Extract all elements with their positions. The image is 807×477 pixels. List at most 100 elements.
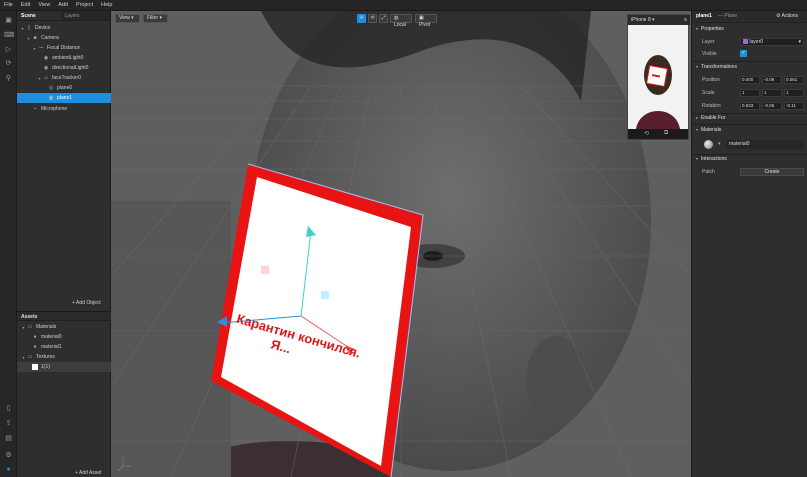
asset-label: Textures (36, 354, 55, 360)
folder-icon: ▭ (27, 354, 33, 360)
menu-help[interactable]: Help (101, 2, 112, 8)
refresh-icon[interactable]: ⟳ (4, 59, 13, 68)
chevron-down-icon[interactable]: ▾ (21, 325, 26, 330)
scale-label: Scale (702, 90, 715, 96)
layer-select[interactable]: layer0 ▾ (740, 38, 804, 46)
menu-file[interactable]: File (4, 2, 13, 8)
screenshot-icon[interactable]: ⧉ (664, 130, 668, 137)
asset-label: 1(1) (41, 364, 50, 370)
visible-checkbox[interactable]: ✓ (740, 50, 747, 57)
chevron-right-icon: ▸ (696, 115, 699, 120)
search-icon[interactable]: ⚲ (4, 74, 13, 83)
add-asset-button[interactable]: + Add Asset (75, 470, 102, 476)
device-icon[interactable]: ▯ (4, 404, 13, 413)
chevron-down-icon: ▾ (696, 127, 699, 132)
materials-label: Materials (701, 127, 722, 133)
position-z-field[interactable]: 0.061 (784, 76, 804, 84)
rotation-z-field[interactable]: -0.11 (784, 102, 804, 110)
chevron-down-icon[interactable]: ▾ (26, 36, 31, 41)
patch-row: Patch Create (692, 167, 807, 177)
folder-icon: ▭ (27, 324, 33, 330)
rotate-tool-icon[interactable]: ⟲ (368, 14, 377, 23)
local-toggle[interactable]: ◍ Local (390, 14, 412, 28)
asset-material1[interactable]: ● material1 (17, 342, 111, 352)
chevron-down-icon[interactable]: ▾ (21, 355, 26, 360)
help-icon[interactable]: ● (4, 465, 13, 474)
chevron-down-icon[interactable]: ▾ (718, 139, 721, 149)
viewport[interactable]: Карантин кончился. Я... View ▾ Filter ▾ … (111, 11, 691, 477)
rotation-x-field[interactable]: 0.633 (740, 102, 760, 110)
menu-icon[interactable]: ≡ (684, 15, 687, 25)
eye-icon[interactable]: ◎ (48, 95, 54, 101)
menu-add[interactable]: Add (58, 2, 68, 8)
asset-material0[interactable]: ● material0 (17, 332, 111, 342)
menu-project[interactable]: Project (76, 2, 93, 8)
chevron-down-icon: ▾ (696, 156, 699, 161)
focal-distance-icon: ⊸ (38, 45, 44, 51)
materials-section-header[interactable]: ▾ Materials (692, 125, 807, 135)
chevron-down-icon[interactable]: ▾ (32, 46, 37, 51)
asset-texture-1[interactable]: 1(1) (17, 362, 111, 372)
tree-item-focal-distance[interactable]: ▾ ⊸ Focal Distance (17, 43, 111, 53)
chevron-down-icon[interactable]: ▾ (37, 76, 42, 81)
object-type: — Plane (718, 13, 738, 19)
enable-for-section-header[interactable]: ▸ Enable For (692, 113, 807, 123)
scale-z-field[interactable]: 1 (784, 89, 804, 97)
tree-label: ambientLight0 (52, 55, 84, 61)
pivot-icon: ▣ (419, 15, 424, 21)
tree-item-face-tracker[interactable]: ▾ ☺ faceTracker0 (17, 73, 111, 83)
position-row: Position 0.000 -0.09 0.061 (692, 75, 807, 85)
settings-icon[interactable]: ⚙ (4, 451, 13, 460)
properties-section-header[interactable]: ▾ Properties (692, 24, 807, 34)
layer-color-swatch (743, 39, 748, 45)
view-dropdown[interactable]: View ▾ (115, 14, 140, 23)
tree-item-ambient-light[interactable]: ◉ ambientLight0 (17, 53, 111, 63)
code-icon[interactable]: ⌨ (4, 31, 14, 40)
tree-item-directional-light[interactable]: ◉ directionalLight0 (17, 63, 111, 73)
menu-view[interactable]: View (38, 2, 50, 8)
eye-icon[interactable]: ◎ (48, 85, 54, 91)
filter-dropdown[interactable]: Filter ▾ (143, 14, 168, 23)
actions-label: Actions (781, 13, 799, 19)
rotation-y-field[interactable]: -0.06 (762, 102, 782, 110)
transformations-section-header[interactable]: ▾ Transformations (692, 62, 807, 72)
tree-item-plane1[interactable]: ◎ plane1 (17, 93, 111, 103)
layer-label: Layer (702, 39, 715, 45)
position-y-field[interactable]: -0.09 (762, 76, 782, 84)
tree-item-camera[interactable]: ▾ ■ Camera (17, 33, 111, 43)
tree-item-microphone[interactable]: ▪ Microphone (17, 104, 111, 114)
device-selector[interactable]: iPhone 8 ▾ ≡ (628, 15, 690, 25)
tab-scene[interactable]: Scene (17, 11, 61, 20)
chevron-down-icon[interactable]: ▾ (20, 26, 25, 31)
asset-folder-textures[interactable]: ▾ ▭ Textures (17, 352, 111, 362)
material-sphere-icon (704, 140, 713, 149)
tree-item-device[interactable]: ▾ ▯ Device (17, 23, 111, 33)
folder-icon[interactable]: ▤ (4, 434, 13, 443)
tab-layers[interactable]: Layers (60, 11, 110, 20)
scale-tool-icon[interactable]: ⤢ (379, 14, 388, 23)
camera-icon: ■ (33, 35, 37, 41)
material-select[interactable]: material0 (726, 140, 804, 149)
rotate-preview-icon[interactable]: ⟲ (644, 130, 649, 137)
scale-y-field[interactable]: 1 (762, 89, 782, 97)
menu-edit[interactable]: Edit (21, 2, 30, 8)
tool-rail: ▣ ⌨ ▷ ⟳ ⚲ ▯ ⇪ ▤ ⚙ ● (0, 11, 17, 477)
menu-bar: File Edit View Add Project Help (0, 0, 807, 11)
position-label: Position (702, 77, 720, 83)
add-object-button[interactable]: + Add Object (72, 300, 101, 306)
move-tool-icon[interactable]: ✛ (357, 14, 366, 23)
create-patch-button[interactable]: Create (740, 168, 804, 176)
actions-button[interactable]: ⚙ Actions (776, 11, 798, 21)
scene-icon[interactable]: ▣ (4, 16, 13, 25)
asset-label: material1 (41, 344, 62, 350)
tree-item-plane0[interactable]: ◎ plane0 (17, 83, 111, 93)
upload-icon[interactable]: ⇪ (4, 419, 13, 428)
pivot-toggle[interactable]: ▣ Pivot (415, 14, 437, 28)
scale-row: Scale 1 1 1 (692, 88, 807, 98)
interactions-section-header[interactable]: ▾ Interactions (692, 154, 807, 164)
scale-x-field[interactable]: 1 (740, 89, 760, 97)
asset-folder-materials[interactable]: ▾ ▭ Materials (17, 322, 111, 332)
device-preview: iPhone 8 ▾ ≡ ⟲ ⧉ (627, 14, 690, 140)
position-x-field[interactable]: 0.000 (740, 76, 760, 84)
play-icon[interactable]: ▷ (4, 45, 13, 54)
